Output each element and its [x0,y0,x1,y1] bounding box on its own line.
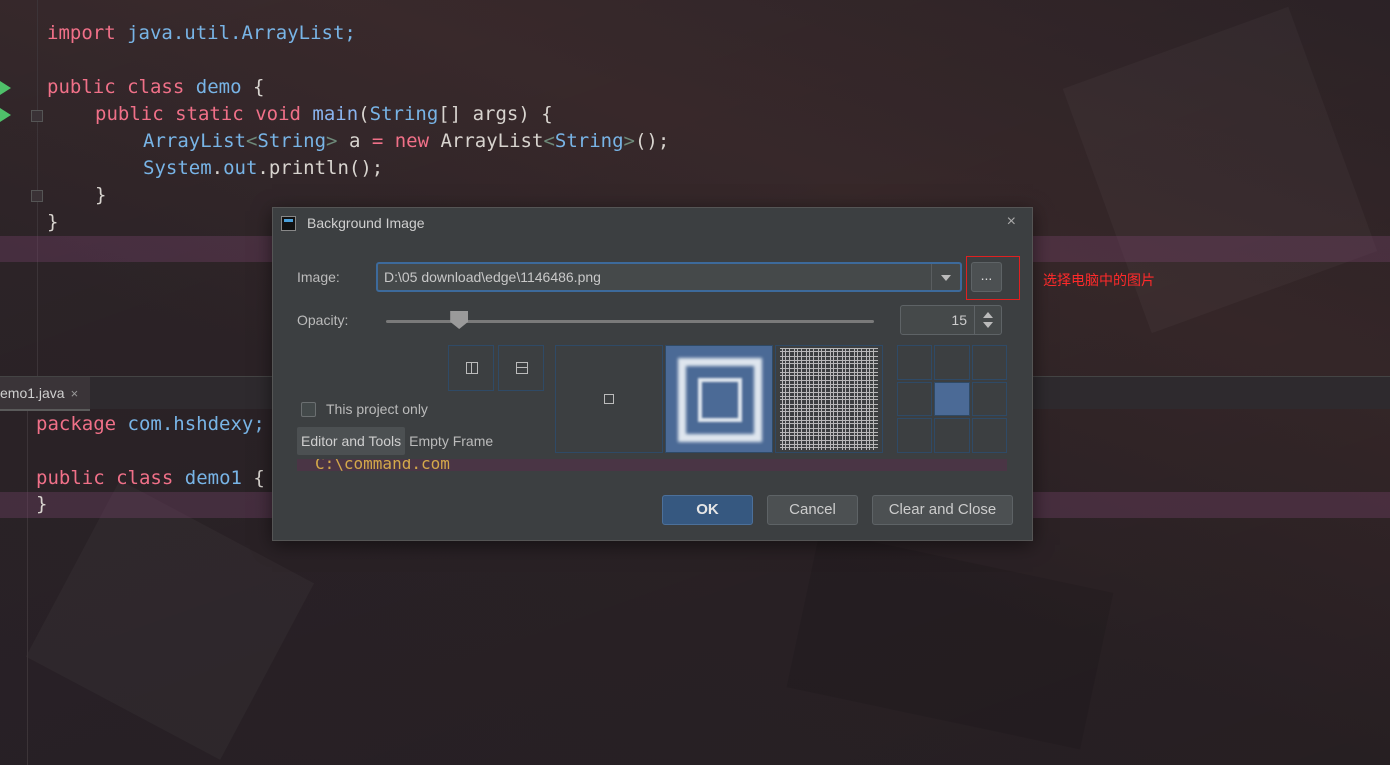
code-line: public class demo { [47,76,265,98]
image-label: Image: [297,269,340,285]
spinner-arrows[interactable] [974,306,1001,334]
anchor-middle-left[interactable] [897,381,933,417]
opacity-label: Opacity: [297,312,349,328]
gutter-divider [37,0,38,376]
anchor-top-right[interactable] [971,345,1007,380]
run-class-icon[interactable] [0,81,11,95]
background-image-dialog: Background Image × Image: D:\05 download… [272,207,1033,541]
opacity-value: 15 [951,312,967,328]
tab-empty-frame[interactable]: Empty Frame [405,427,497,455]
code-line: public static void main(String[] args) { [95,103,553,125]
intellij-app-icon [281,216,296,231]
tab-editor-and-tools[interactable]: Editor and Tools [297,427,406,455]
fill-mode-scale-button[interactable] [665,345,773,453]
this-project-only-row[interactable]: This project only [301,401,428,417]
code-line: package com.hshdexy; [36,413,265,435]
anchor-top-left[interactable] [897,345,933,380]
code-line: } [95,184,107,206]
fill-mode-tile-button[interactable] [775,345,883,453]
chevron-down-icon[interactable] [931,264,960,290]
target-tabs: Editor and Tools Empty Frame [297,427,497,455]
spinner-up-icon[interactable] [983,312,993,318]
opacity-spinner[interactable]: 15 [900,305,1002,335]
code-line: System.out.println(); [143,157,384,179]
preview-area: C:\command.com [297,459,1007,471]
background-shard [786,530,1114,750]
tile-preview-icon [780,348,878,450]
anchor-top-center[interactable] [934,345,970,380]
clear-and-close-button[interactable]: Clear and Close [872,495,1013,525]
fold-icon[interactable] [31,110,43,122]
code-line: import java.util.ArrayList; [47,22,356,44]
tab-label: emo1.java [0,385,65,401]
scale-preview-icon [698,378,742,422]
anchor-bottom-right[interactable] [971,418,1007,453]
preview-text: C:\command.com [315,459,450,471]
flip-horizontal-button[interactable] [498,345,544,391]
background-shard [26,480,314,760]
annotation-text: 选择电脑中的图片 [1043,272,1155,288]
image-path-combobox[interactable]: D:\05 download\edge\1146486.png [376,262,962,292]
this-project-only-label: This project only [326,401,428,417]
anchor-grid [897,345,1007,453]
anchor-bottom-center[interactable] [934,418,970,453]
close-icon[interactable]: × [1007,213,1016,231]
dialog-title: Background Image [307,215,425,231]
close-icon[interactable]: × [71,386,79,401]
this-project-only-checkbox[interactable] [301,401,316,417]
annotation-highlight-box [966,256,1020,300]
spinner-down-icon[interactable] [983,322,993,328]
dialog-title-bar[interactable]: Background Image × [273,208,1032,238]
fold-icon[interactable] [31,190,43,202]
opacity-slider-thumb[interactable] [450,311,469,329]
code-line: public class demo1 { [36,467,265,489]
code-line: ArrayList<String> a = new ArrayList<Stri… [143,130,670,152]
gutter-divider [27,408,28,765]
cancel-button[interactable]: Cancel [767,495,858,525]
run-main-icon[interactable] [0,108,11,122]
tab-demo1-java[interactable]: emo1.java × [0,377,90,411]
anchor-center[interactable] [934,381,970,417]
anchor-middle-right[interactable] [971,381,1007,417]
ok-button[interactable]: OK [662,495,753,525]
code-line: } [36,493,48,515]
image-path-value: D:\05 download\edge\1146486.png [384,269,601,285]
fill-mode-center-button[interactable] [555,345,663,453]
anchor-bottom-left[interactable] [897,418,933,453]
code-line: } [47,211,59,233]
flip-vertical-button[interactable] [448,345,494,391]
